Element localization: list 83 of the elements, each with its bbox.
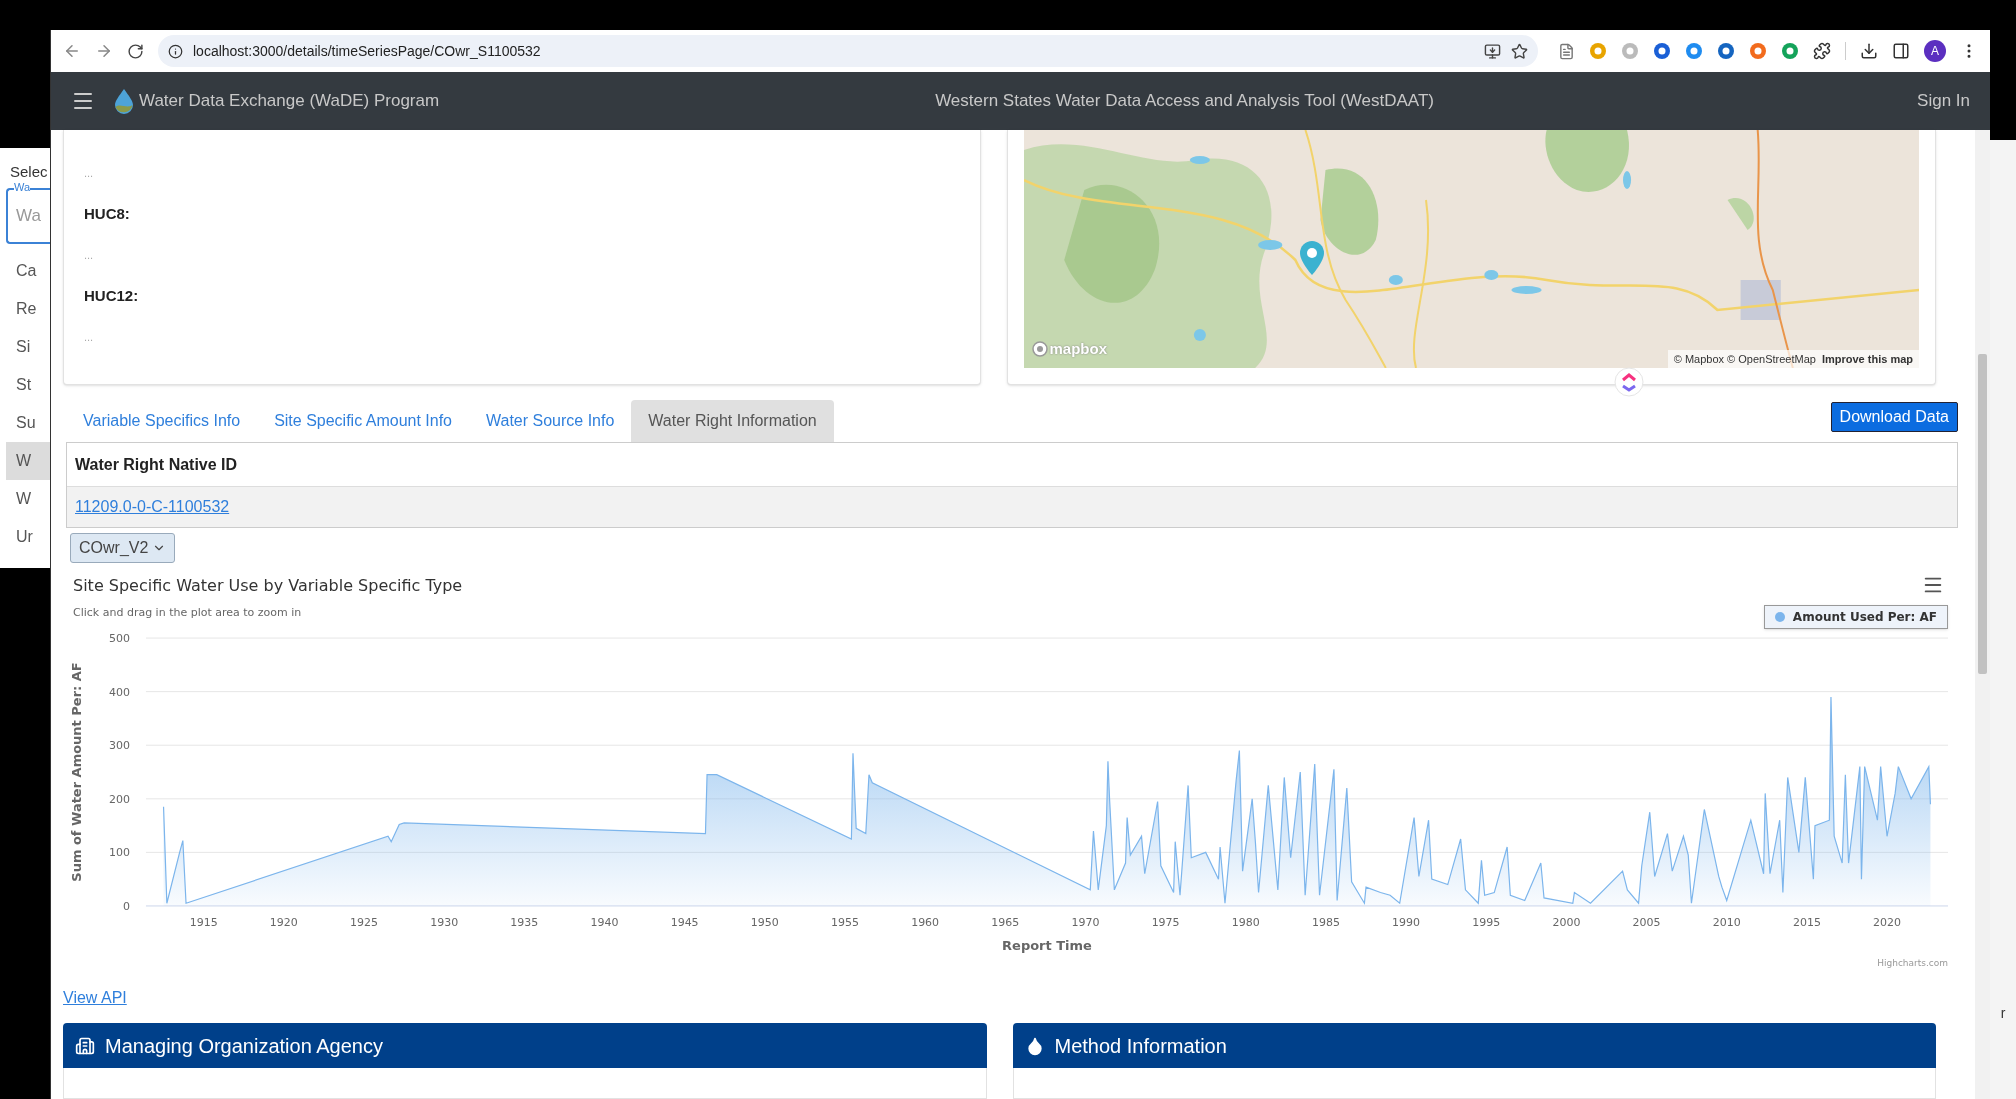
legend-label: Amount Used Per: AF (1792, 609, 1937, 626)
x-tick-label: 1940 (590, 915, 619, 929)
y-tick-label: 400 (109, 685, 130, 699)
y-tick-label: 200 (109, 792, 130, 806)
version-select[interactable]: COwr_V2 (70, 533, 176, 563)
extension-icon[interactable] (1749, 42, 1767, 60)
x-tick-label: 1965 (991, 915, 1020, 929)
document-icon[interactable] (1558, 42, 1575, 60)
chart-subtitle: Click and drag in the plot area to zoom in (73, 604, 302, 621)
map-attribution[interactable]: © Mapbox © OpenStreetMap (1673, 350, 1816, 368)
x-axis-title: Report Time (1002, 937, 1092, 953)
extension-icon[interactable] (1685, 42, 1703, 60)
x-tick-label: 1960 (911, 915, 940, 929)
x-tick-label: 2000 (1552, 915, 1581, 929)
extension-icon[interactable] (1717, 42, 1735, 60)
info-icon[interactable] (168, 43, 183, 59)
water-right-link[interactable]: 11209.0-0-C-1100532 (67, 495, 238, 519)
x-tick-label: 1930 (430, 915, 459, 929)
x-tick-label: 1975 (1151, 915, 1180, 929)
tab[interactable]: Site Specific Amount Info (257, 400, 469, 442)
x-tick-label: 2005 (1632, 915, 1661, 929)
water-drop-logo-icon (113, 88, 135, 114)
address-bar[interactable]: localhost:3000/details/timeSeriesPage/COwr_S1100532 (158, 35, 1538, 67)
y-tick-label: 100 (109, 846, 130, 860)
x-tick-label: 1920 (269, 915, 298, 929)
x-tick-label: 1945 (670, 915, 699, 929)
x-tick-label: 2020 (1873, 915, 1902, 929)
list-item[interactable]: W (6, 442, 50, 480)
field-label: HUC8: (84, 203, 131, 224)
x-tick-label: 1970 (1071, 915, 1100, 929)
scrollbar[interactable] (1975, 130, 1990, 1099)
download-data-button[interactable]: Download Data (1830, 402, 1958, 432)
section-title: Managing Organization Agency (105, 1033, 383, 1059)
tab[interactable]: Water Source Info (469, 400, 632, 442)
chart-title: Site Specific Water Use by Variable Specific Type (73, 575, 463, 597)
avatar[interactable]: A (1924, 40, 1946, 62)
tab[interactable]: Variable Specifics Info (66, 400, 258, 442)
x-tick-label: 1980 (1231, 915, 1260, 929)
extension-icon[interactable] (1781, 42, 1799, 60)
side-text: r (2000, 1004, 2006, 1023)
sign-in-link[interactable]: Sign In (1917, 88, 1970, 114)
install-icon[interactable] (1484, 42, 1501, 60)
section-title: Method Information (1054, 1033, 1227, 1059)
mapbox-logo-icon (1031, 340, 1048, 357)
x-tick-label: 1995 (1472, 915, 1501, 929)
field-value: ... (84, 329, 95, 345)
x-tick-label: 1925 (350, 915, 378, 929)
view-api-link[interactable]: View API (63, 986, 127, 1010)
x-tick-label: 2015 (1792, 915, 1821, 929)
download-icon[interactable] (1860, 42, 1878, 60)
panel-heading: Selec (9, 162, 49, 182)
brand-title[interactable]: Water Data Exchange (WaDE) Program (139, 88, 440, 114)
x-tick-label: 1950 (750, 915, 779, 929)
field-value: ... (84, 165, 95, 181)
floating-action-icon[interactable] (1613, 367, 1644, 397)
y-tick-label: 300 (109, 739, 130, 753)
x-tick-label: 2010 (1712, 915, 1741, 929)
x-tick-label: 1935 (510, 915, 539, 929)
x-tick-label: 1955 (831, 915, 859, 929)
forward-icon[interactable] (95, 42, 113, 60)
side-panel-icon[interactable] (1892, 42, 1910, 60)
url-text: localhost:3000/details/timeSeriesPage/COwr_S1100532 (193, 41, 542, 61)
extension-icon[interactable] (1653, 42, 1671, 60)
y-tick-label: 500 (109, 632, 130, 646)
extensions-icon[interactable] (1813, 42, 1831, 60)
y-tick-label: 0 (122, 899, 130, 913)
table-header: Water Right Native ID (74, 454, 239, 475)
y-axis-title: Sum of Water Amount Per: AF (69, 662, 85, 882)
field-label: Wa (14, 180, 31, 194)
star-icon[interactable] (1511, 42, 1528, 60)
x-tick-label: 1915 (189, 915, 218, 929)
app-title: Western States Water Data Access and Analysis Tool (WestDAAT) (935, 90, 1435, 113)
building-icon (75, 1035, 95, 1056)
x-tick-label: 1985 (1311, 915, 1340, 929)
back-icon[interactable] (63, 42, 81, 60)
improve-map-link[interactable]: Improve this map (1821, 350, 1913, 368)
tab[interactable]: Water Right Information (631, 400, 834, 442)
x-tick-label: 1990 (1392, 915, 1421, 929)
reload-icon[interactable] (127, 42, 144, 60)
field-label: HUC12: (84, 285, 140, 306)
chart-legend[interactable]: Amount Used Per: AF (1763, 605, 1948, 629)
field-value: ... (84, 247, 95, 263)
map-logo-text: mapbox (1049, 338, 1107, 359)
